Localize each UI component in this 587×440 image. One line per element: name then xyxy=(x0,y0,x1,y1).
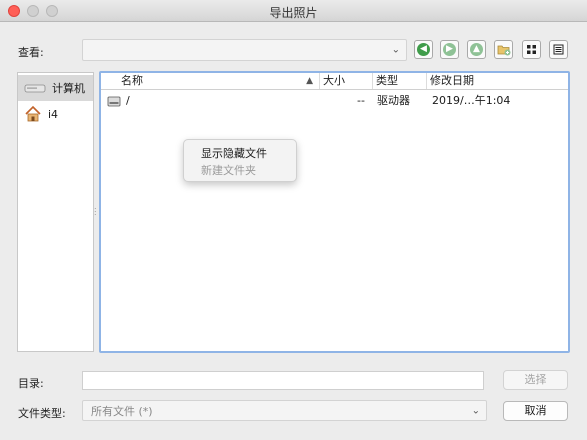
new-folder-button[interactable] xyxy=(494,40,513,59)
context-menu: 显示隐藏文件 新建文件夹 xyxy=(183,139,297,182)
up-arrow-icon: ▲ xyxy=(470,43,483,56)
drive-icon xyxy=(24,84,46,93)
home-icon xyxy=(25,105,41,122)
file-name: / xyxy=(126,94,130,107)
sidebar-item-i4[interactable]: i4 xyxy=(18,101,93,127)
choose-button[interactable]: 选择 xyxy=(503,370,568,390)
file-type-combobox[interactable]: 所有文件 (*) ⌄ xyxy=(82,400,487,421)
directory-input[interactable] xyxy=(82,371,484,390)
back-arrow-icon: ◀ xyxy=(417,43,430,56)
menu-item-show-hidden-files[interactable]: 显示隐藏文件 xyxy=(201,145,267,161)
column-size-header[interactable]: 大小 xyxy=(320,73,373,89)
title-bar: 导出照片 xyxy=(0,0,587,22)
cancel-button[interactable]: 取消 xyxy=(503,401,568,421)
column-name-header[interactable]: 名称 ▲ xyxy=(101,73,320,89)
file-size: -- xyxy=(357,94,365,107)
lookin-label: 查看: xyxy=(18,46,44,59)
forward-arrow-icon: ▶ xyxy=(443,43,456,56)
file-list-header: 名称 ▲ 大小 类型 修改日期 xyxy=(101,73,568,90)
window-title: 导出照片 xyxy=(269,6,318,20)
up-button[interactable]: ▲ xyxy=(467,40,486,59)
lookin-combobox[interactable]: ⌄ xyxy=(82,39,407,61)
new-folder-icon xyxy=(497,45,510,56)
column-type-header[interactable]: 类型 xyxy=(373,73,427,89)
file-date: 2019/…午1:04 xyxy=(432,94,511,107)
chevron-down-icon: ⌄ xyxy=(471,405,480,416)
back-button[interactable]: ◀ xyxy=(414,40,433,59)
sidebar-item-computer[interactable]: 计算机 xyxy=(18,75,93,101)
detail-view-icon xyxy=(553,44,564,55)
menu-item-new-folder: 新建文件夹 xyxy=(201,164,256,177)
sidebar: 计算机 i4 xyxy=(17,72,94,352)
list-view-icon xyxy=(527,45,536,54)
sort-ascending-icon: ▲ xyxy=(306,76,313,86)
file-list[interactable]: 名称 ▲ 大小 类型 修改日期 / -- 驱动器 2019/…午1:04 xyxy=(99,71,570,353)
forward-button[interactable]: ▶ xyxy=(440,40,459,59)
splitter-handle[interactable]: ... xyxy=(94,203,98,217)
detail-view-button[interactable] xyxy=(549,40,568,59)
directory-label: 目录: xyxy=(18,377,44,390)
sidebar-item-label: 计算机 xyxy=(52,82,85,95)
column-date-header[interactable]: 修改日期 xyxy=(427,73,568,89)
file-type-value: 所有文件 (*) xyxy=(91,404,153,418)
drive-icon xyxy=(107,96,121,107)
file-type-label: 文件类型: xyxy=(18,407,66,420)
file-type: 驱动器 xyxy=(377,94,410,107)
sidebar-item-label: i4 xyxy=(48,107,59,121)
list-view-button[interactable] xyxy=(522,40,541,59)
chevron-down-icon: ⌄ xyxy=(391,44,400,56)
table-row[interactable]: / -- 驱动器 2019/…午1:04 xyxy=(101,92,568,110)
